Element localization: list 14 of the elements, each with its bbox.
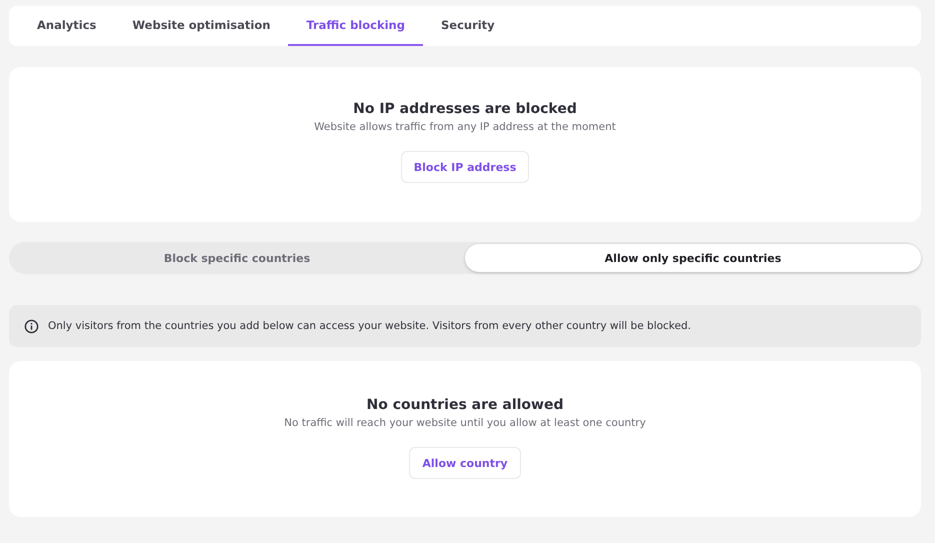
segment-option[interactable]: Block specific countries [9,244,465,272]
empty-state-title: No countries are allowed [366,397,564,413]
tab[interactable]: Security [422,6,513,46]
block-ip-button[interactable]: Block IP address [400,151,530,183]
empty-state-description: No traffic will reach your website until you allow at least one country [284,417,646,429]
tab[interactable]: Website optimisation [114,6,288,46]
info-icon [24,318,39,334]
allow-country-button[interactable]: Allow country [409,447,521,479]
empty-state-description: Website allows traffic from any IP address at the moment [314,121,616,133]
info-text: Only visitors from the countries you add below can access your website. Visitors from every other country will be blocked. [48,320,691,332]
tab[interactable]: Analytics [19,6,114,46]
empty-state-title: No IP addresses are blocked [353,101,577,117]
tab[interactable]: Traffic blocking [288,6,423,46]
segment-option[interactable]: Allow only specific countries [465,244,921,272]
